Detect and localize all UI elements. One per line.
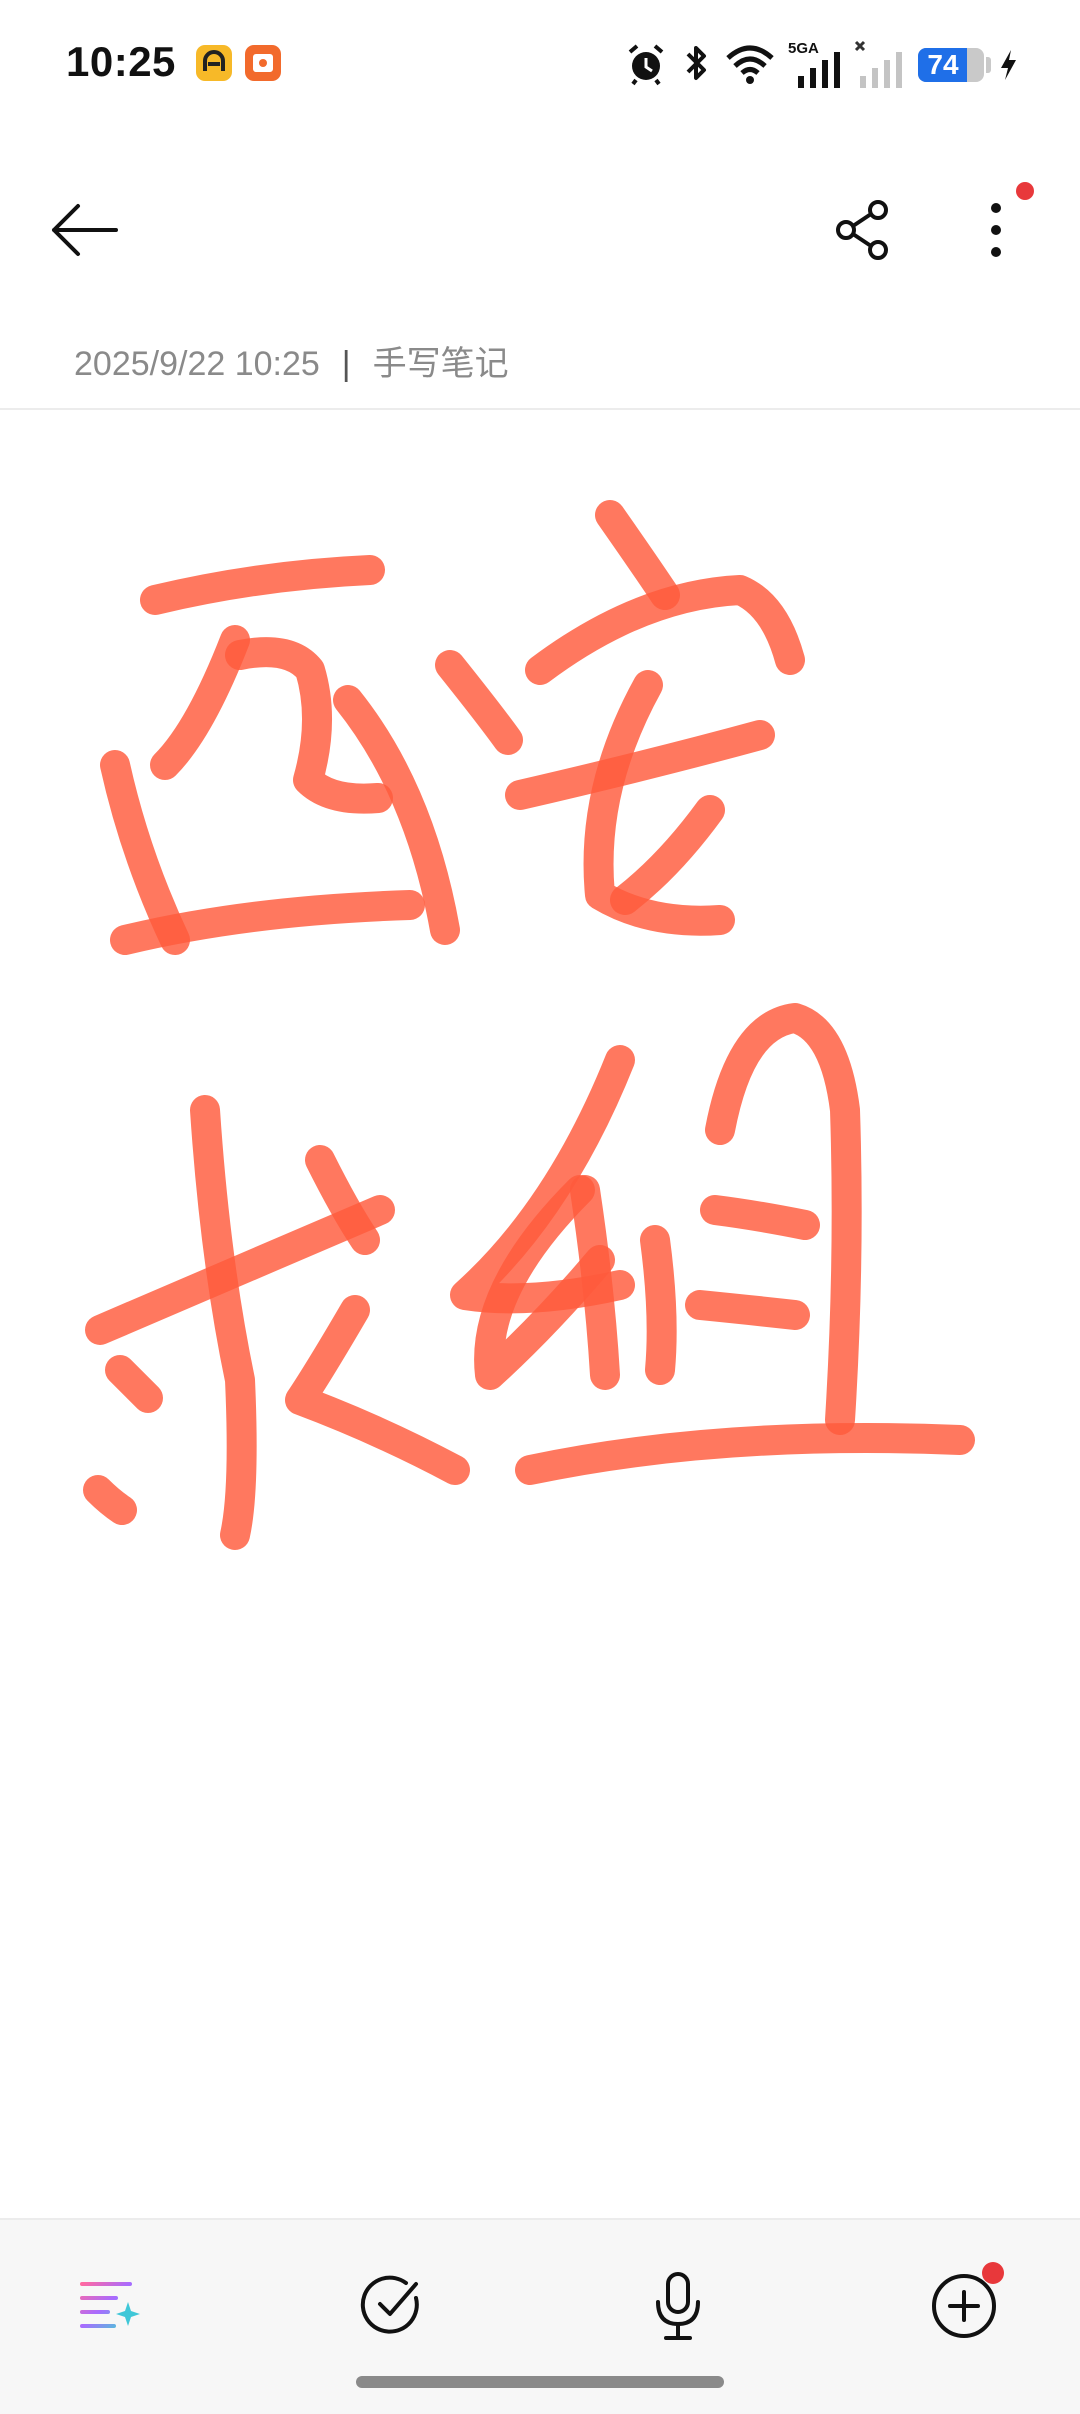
back-button[interactable]: [36, 182, 132, 278]
battery-level-text: 74: [927, 49, 959, 80]
handwriting-canvas[interactable]: [0, 410, 1080, 2210]
voice-button[interactable]: [630, 2258, 726, 2354]
note-detail-screen: 10:25 5GA 74 2025/9/22 10:25 | 手写笔记: [0, 0, 1080, 2414]
add-notification-badge: [982, 2262, 1004, 2284]
meta-separator: |: [341, 345, 351, 383]
check-circle-icon: [360, 2275, 419, 2334]
more-options-button[interactable]: [948, 182, 1044, 278]
status-time: 10:25: [66, 38, 176, 85]
note-meta: 2025/9/22 10:25 | 手写笔记: [74, 336, 509, 385]
signal-5ga-icon: 5GA: [788, 40, 844, 88]
alarm-icon: [628, 44, 664, 86]
signal-no-service-icon: [854, 40, 902, 88]
app-notification-icon: [196, 45, 232, 81]
arrow-left-icon: [52, 204, 118, 256]
handwriting-strokes: [83, 500, 975, 1550]
top-toolbar: [0, 170, 1080, 290]
app-notification-icon: [245, 45, 281, 81]
share-button[interactable]: [816, 182, 912, 278]
add-button[interactable]: [916, 2258, 1012, 2354]
charging-icon: [1001, 50, 1016, 80]
bluetooth-icon: [686, 46, 706, 80]
status-bar: 10:25 5GA 74: [0, 0, 1080, 130]
microphone-icon: [656, 2272, 700, 2340]
notification-badge: [1016, 182, 1034, 200]
battery-nub: [986, 57, 991, 73]
share-icon: [836, 200, 888, 260]
more-vertical-icon: [991, 203, 1001, 257]
ai-format-button[interactable]: [62, 2258, 158, 2354]
ai-text-sparkle-icon: [80, 2282, 140, 2328]
battery-icon: 74: [918, 48, 984, 82]
note-date: 2025/9/22 10:25: [74, 345, 320, 383]
wifi-icon: [726, 45, 774, 84]
checklist-button[interactable]: [344, 2258, 440, 2354]
note-type: 手写笔记: [372, 345, 509, 383]
home-indicator[interactable]: [356, 2376, 724, 2388]
